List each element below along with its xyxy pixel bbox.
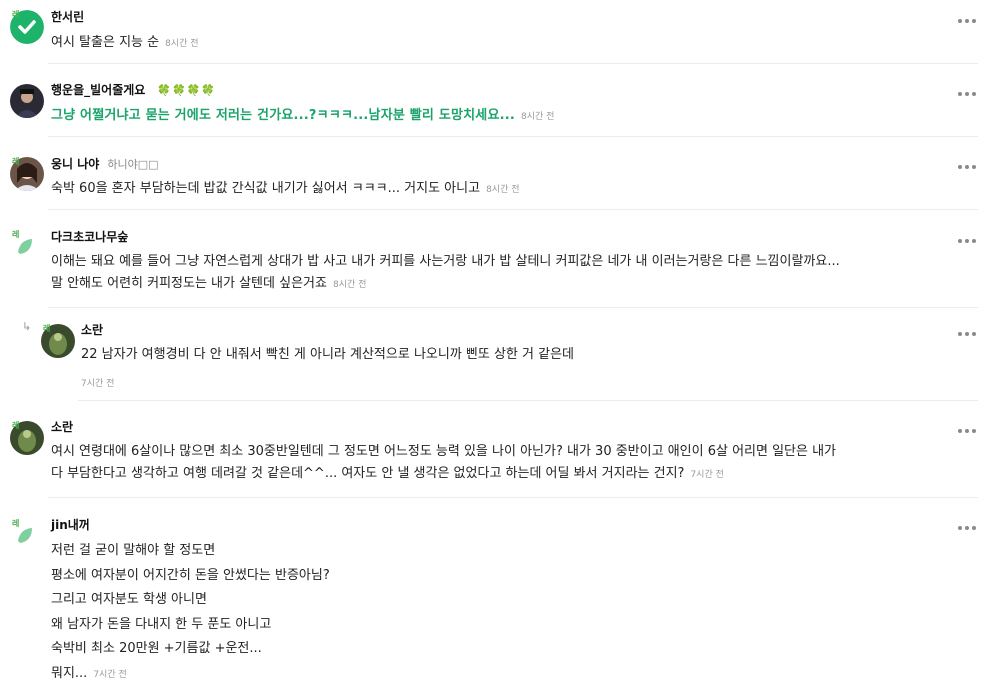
comment-time: 7시간 전	[93, 669, 127, 680]
comment-time: 8시간 전	[521, 112, 555, 122]
author-subtitle: 하니야□□	[107, 158, 159, 171]
divider	[48, 63, 978, 64]
more-options-button[interactable]	[956, 89, 978, 99]
reply-arrow-icon: ↳	[22, 320, 32, 333]
divider	[48, 307, 978, 308]
comment-text: 숙박 60을 혼자 부담하는데 밥값 간식값 내기가 싫어서 ㅋㅋㅋ... 거지…	[51, 181, 520, 196]
divider	[48, 136, 978, 137]
comment-time: 7시간 전	[81, 379, 115, 389]
avatar[interactable]	[10, 84, 44, 118]
level-badge: 레	[12, 230, 20, 239]
comment-text: 이해는 돼요 예를 들어 그냥 자연스럽게 상대가 밥 사고 내가 커피를 사는…	[51, 254, 840, 291]
level-badge: 레	[12, 519, 20, 528]
comment-text: 그냥 어쩔거냐고 묻는 거에도 저러는 건가요...?ㅋㅋㅋ...남자분 빨리 …	[51, 108, 555, 123]
comment-time: 8시간 전	[486, 185, 520, 195]
comment-author[interactable]: jin내꺼	[51, 517, 90, 533]
divider	[48, 209, 978, 210]
level-badge: 레	[12, 421, 20, 430]
more-options-button[interactable]	[956, 16, 978, 26]
comment-text: 22 남자가 여행경비 다 안 내줘서 빡친 게 아니라 계산적으로 나오니까 …	[81, 347, 574, 362]
comment-time: 8시간 전	[332, 280, 367, 290]
comment-author[interactable]: 웅니 나야 하니야□□	[51, 156, 159, 173]
more-options-button[interactable]	[956, 236, 978, 246]
divider	[48, 497, 978, 498]
comment-author[interactable]: 소란	[81, 322, 103, 338]
comment-author[interactable]: 소란	[51, 419, 73, 435]
more-options-button[interactable]	[956, 523, 978, 533]
divider	[78, 400, 978, 401]
comment-author[interactable]: 행운을_빌어줄게요 🍀🍀🍀🍀	[51, 82, 216, 99]
more-options-button[interactable]	[956, 329, 978, 339]
comment-text: 여시 탈출은 지능 순 8시간 전	[51, 35, 199, 50]
comment-time: 8시간 전	[165, 39, 199, 49]
more-options-button[interactable]	[956, 426, 978, 436]
comment-time: 7시간 전	[690, 470, 724, 480]
level-badge: 레	[12, 10, 20, 19]
comment-text: 여시 연령대에 6살이나 많으면 최소 30중반일텐데 그 정도면 어느정도 능…	[51, 444, 837, 481]
more-options-button[interactable]	[956, 162, 978, 172]
comment-author[interactable]: 한서린	[51, 9, 84, 25]
comment-text: 저런 걸 굳이 말해야 할 정도면 평소에 여자분이 어지간히 돈을 안썼다는 …	[51, 543, 330, 681]
clover-badges: 🍀🍀🍀🍀	[157, 84, 217, 97]
level-badge: 레	[43, 324, 51, 333]
level-badge: 레	[12, 157, 20, 166]
comment-author[interactable]: 다크초코나무숲	[51, 229, 128, 245]
